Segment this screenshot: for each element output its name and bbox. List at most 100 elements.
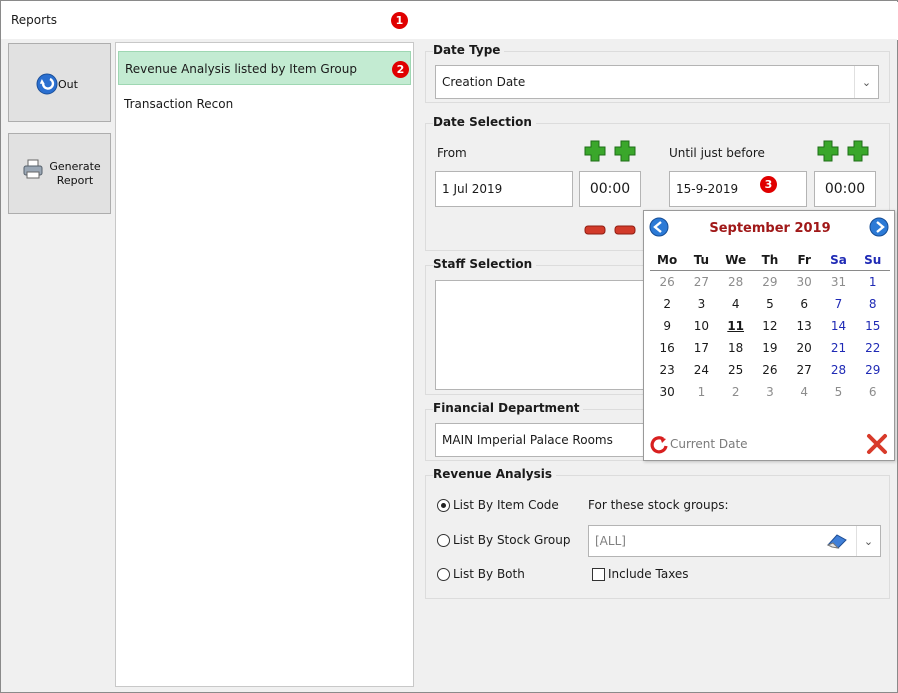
calendar-grid: Mo Tu We Th Fr Sa Su 26 27 28 29 30 31 1 2 3 4 5 6 7 8 9 10 11 1… xyxy=(650,249,890,403)
report-item-revenue-analysis[interactable]: Revenue Analysis listed by Item Group 2 xyxy=(118,51,411,85)
calendar-day[interactable]: 25 xyxy=(719,359,753,381)
calendar-day[interactable]: 26 xyxy=(753,359,787,381)
calendar-day[interactable]: 9 xyxy=(650,315,684,337)
calendar-day[interactable]: 8 xyxy=(856,293,890,315)
radio-dot[interactable] xyxy=(437,567,450,581)
weekday-label: Mo xyxy=(657,253,678,267)
until-time-field[interactable]: 00:00 xyxy=(814,171,876,207)
calendar-day[interactable]: 22 xyxy=(856,337,890,359)
from-date-field[interactable]: 1 Jul 2019 xyxy=(435,171,573,207)
from-date-value: 1 Jul 2019 xyxy=(442,182,503,196)
calendar-week-row: 30 1 2 3 4 5 6 xyxy=(650,381,890,403)
calendar-day[interactable]: 10 xyxy=(684,315,718,337)
date-type-value: Creation Date xyxy=(442,75,526,89)
report-item-transaction-recon[interactable]: Transaction Recon xyxy=(118,87,411,121)
calendar-day[interactable]: 11 xyxy=(719,315,753,337)
calendar-day[interactable]: 1 xyxy=(856,271,890,293)
calendar-day[interactable]: 18 xyxy=(719,337,753,359)
checkbox-box[interactable] xyxy=(592,567,605,581)
until-label: Until just before xyxy=(669,146,765,160)
calendar-day[interactable]: 7 xyxy=(821,293,855,315)
calendar-day[interactable]: 31 xyxy=(821,271,855,293)
calendar-day[interactable]: 4 xyxy=(719,293,753,315)
radio-label-both: List By Both xyxy=(453,567,525,581)
calendar-day[interactable]: 27 xyxy=(684,271,718,293)
report-item-label: Transaction Recon xyxy=(124,97,234,111)
calendar-day[interactable]: 21 xyxy=(821,337,855,359)
from-date-plus-icon[interactable] xyxy=(581,137,609,165)
weekday-label: Sa xyxy=(830,253,847,267)
calendar-day[interactable]: 30 xyxy=(787,271,821,293)
until-date-field[interactable]: 15-9-2019 3 xyxy=(669,171,807,207)
calendar-day[interactable]: 20 xyxy=(787,337,821,359)
date-type-select[interactable]: Creation Date ⌄ xyxy=(435,65,879,99)
weekday-label: Tu xyxy=(693,253,710,267)
current-date-icon[interactable] xyxy=(649,435,669,458)
calendar-day[interactable]: 5 xyxy=(821,381,855,403)
calendar-day[interactable]: 2 xyxy=(719,381,753,403)
calendar-day[interactable]: 2 xyxy=(650,293,684,315)
calendar-day[interactable]: 15 xyxy=(856,315,890,337)
radio-dot[interactable] xyxy=(437,533,450,547)
eraser-icon[interactable] xyxy=(826,532,848,553)
window-title: Reports xyxy=(11,13,58,27)
chevron-down-icon[interactable]: ⌄ xyxy=(856,526,880,556)
calendar-day[interactable]: 16 xyxy=(650,337,684,359)
generate-report-button[interactable]: Generate Report xyxy=(8,133,111,214)
calendar-day[interactable]: 6 xyxy=(787,293,821,315)
from-date-minus-icon[interactable] xyxy=(581,216,609,244)
calendar-day[interactable]: 29 xyxy=(856,359,890,381)
financial-department-title: Financial Department xyxy=(433,401,584,415)
calendar-week-row: 16 17 18 19 20 21 22 xyxy=(650,337,890,359)
chevron-down-icon[interactable]: ⌄ xyxy=(854,66,878,98)
calendar-day[interactable]: 19 xyxy=(753,337,787,359)
radio-list-by-stock-group[interactable]: List By Stock Group xyxy=(437,533,571,547)
generate-label-line2: Report xyxy=(56,174,94,187)
calendar-day[interactable]: 3 xyxy=(753,381,787,403)
calendar-day[interactable]: 1 xyxy=(684,381,718,403)
date-selection-title: Date Selection xyxy=(433,115,536,129)
title-bar: Reports 1 xyxy=(2,2,898,40)
annotation-marker-2: 2 xyxy=(392,61,409,78)
from-time-field[interactable]: 00:00 xyxy=(579,171,641,207)
calendar-day[interactable]: 13 xyxy=(787,315,821,337)
calendar-day[interactable]: 14 xyxy=(821,315,855,337)
calendar-month-title: September 2019 xyxy=(709,221,831,236)
calendar-day[interactable]: 29 xyxy=(753,271,787,293)
revenue-analysis-title: Revenue Analysis xyxy=(433,467,557,481)
annotation-marker-1: 1 xyxy=(391,12,408,29)
out-button[interactable]: Out xyxy=(8,43,111,122)
date-type-title: Date Type xyxy=(433,43,505,57)
from-time-plus-icon[interactable] xyxy=(611,137,639,165)
calendar-day[interactable]: 24 xyxy=(684,359,718,381)
radio-dot-selected[interactable] xyxy=(437,498,450,512)
radio-list-by-both[interactable]: List By Both xyxy=(437,567,525,581)
calendar-day[interactable]: 4 xyxy=(787,381,821,403)
calendar-day[interactable]: 27 xyxy=(787,359,821,381)
close-icon[interactable] xyxy=(866,433,888,458)
calendar-day[interactable]: 6 xyxy=(856,381,890,403)
calendar-weekday-header: Mo Tu We Th Fr Sa Su xyxy=(650,249,890,271)
radio-list-by-item-code[interactable]: List By Item Code xyxy=(437,498,559,512)
generate-label-line1: Generate xyxy=(49,160,101,173)
calendar-day[interactable]: 12 xyxy=(753,315,787,337)
calendar-day[interactable]: 28 xyxy=(719,271,753,293)
calendar-day[interactable]: 26 xyxy=(650,271,684,293)
calendar-day[interactable]: 17 xyxy=(684,337,718,359)
calendar-day[interactable]: 28 xyxy=(821,359,855,381)
financial-department-value: MAIN Imperial Palace Rooms xyxy=(442,433,613,447)
next-month-icon[interactable] xyxy=(869,217,889,240)
calendar-day[interactable]: 23 xyxy=(650,359,684,381)
include-taxes-checkbox[interactable]: Include Taxes xyxy=(592,567,689,581)
calendar-day[interactable]: 30 xyxy=(650,381,684,403)
current-date-label[interactable]: Current Date xyxy=(670,437,748,451)
stock-groups-select[interactable]: [ALL] ⌄ xyxy=(588,525,881,557)
until-date-value: 15-9-2019 xyxy=(676,182,739,196)
calendar-day[interactable]: 5 xyxy=(753,293,787,315)
until-time-plus-icon[interactable] xyxy=(844,137,872,165)
annotation-marker-3: 3 xyxy=(760,176,777,193)
date-type-group: Date Type Creation Date ⌄ xyxy=(425,43,890,103)
calendar-day[interactable]: 3 xyxy=(684,293,718,315)
from-time-minus-icon[interactable] xyxy=(611,216,639,244)
until-date-plus-icon[interactable] xyxy=(814,137,842,165)
